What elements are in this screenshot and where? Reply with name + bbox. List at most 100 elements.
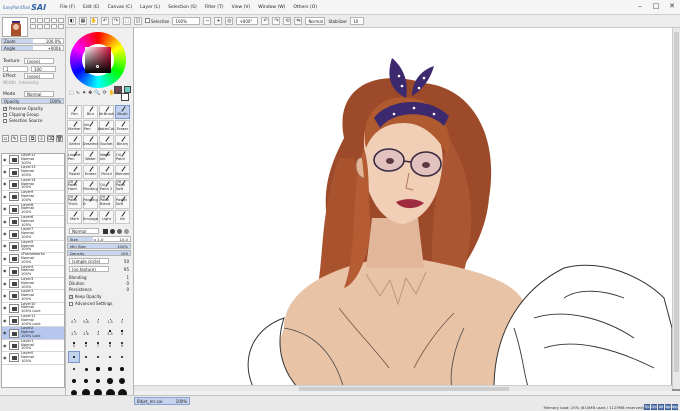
brush-size-preset[interactable] — [104, 351, 116, 363]
canvas-area[interactable] — [134, 28, 680, 391]
visibility-eye-icon[interactable]: ◉ — [3, 232, 7, 236]
brush-size-preset[interactable]: 1 — [92, 315, 104, 327]
clipping-group-checkbox[interactable]: Clipping Group — [3, 112, 39, 117]
brush-size-preset[interactable]: 0.8 — [80, 315, 92, 327]
nav-flip-icon[interactable] — [37, 24, 43, 29]
menu-layer[interactable]: Layer (L) — [140, 5, 160, 10]
effect-select[interactable]: (none) — [24, 73, 54, 79]
layer-row[interactable]: ◉ Layer8 Normal 100% — [2, 203, 64, 216]
nav-zoom-out-icon[interactable] — [30, 18, 36, 23]
horizontal-scroll-thumb[interactable] — [299, 387, 509, 391]
brush-tool-slot[interactable]: Light — [99, 210, 114, 224]
move-icon[interactable]: ✥ — [88, 90, 92, 96]
opacity-slider[interactable]: Opacity 100% — [1, 98, 64, 104]
selection-checkbox[interactable]: Selection — [145, 18, 169, 24]
visibility-eye-icon[interactable]: ◉ — [3, 170, 7, 174]
layer-row[interactable]: ◉ Layer1 Normal 100% — [2, 289, 64, 303]
menu-selection[interactable]: Selection (S) — [168, 5, 197, 10]
layer-row[interactable]: ◉ Layer6 Normal 100% — [2, 215, 64, 229]
layer-row[interactable]: ◉ Layer0 Normal 100% — [2, 351, 64, 365]
menu-others[interactable]: Others (O) — [293, 5, 317, 10]
drawing-canvas[interactable] — [134, 28, 672, 389]
brush-size-preset[interactable]: 0.7 — [68, 315, 80, 327]
horizontal-scrollbar[interactable] — [134, 385, 672, 391]
layer-row[interactable]: ◉ Layer7 Normal 100% — [2, 228, 64, 241]
brush-size-preset[interactable] — [104, 375, 116, 387]
rotate-left-icon[interactable]: ↶ — [261, 17, 270, 25]
flip-icon[interactable]: ⇋ — [294, 17, 303, 25]
brush-tool-slot[interactable]: Ink — [115, 210, 130, 224]
menu-canvas[interactable]: Canvas (C) — [108, 5, 133, 10]
layer-row[interactable]: ◉ Layer11 Normal 100% Lock — [2, 314, 64, 328]
brush-tool-slot[interactable]: Pen — [67, 105, 82, 119]
layer-row[interactable]: ◉ Layer3 Normal 100% — [2, 277, 64, 291]
color-picker-cursor[interactable] — [96, 65, 99, 68]
brush-size-preset[interactable] — [80, 351, 92, 363]
brush-tool-slot[interactable]: Pastel — [67, 165, 82, 179]
dilution-row[interactable]: Dilution 0 — [67, 281, 131, 286]
brush-shape-round-icon[interactable] — [110, 228, 115, 234]
visibility-eye-icon[interactable]: ◉ — [3, 269, 7, 273]
brush-tool-slot[interactable]: Smudge — [83, 210, 98, 224]
brush-tool-slot[interactable]: Eraser — [83, 165, 98, 179]
visibility-eye-icon[interactable]: ◉ — [3, 256, 7, 261]
menu-view[interactable]: View (V) — [232, 5, 251, 10]
visibility-eye-icon[interactable]: ◉ — [3, 194, 7, 199]
nav-b-icon[interactable] — [58, 24, 64, 29]
nav-rot-reset-icon[interactable] — [44, 24, 50, 29]
brush-size-preset[interactable]: 2.6 — [80, 327, 92, 339]
nav-rotate-left-icon[interactable] — [51, 18, 57, 23]
brush-tool-slot[interactable]: Deselect — [83, 135, 98, 149]
density-slider[interactable]: Density 100 — [67, 250, 131, 256]
brush-size-preset[interactable] — [116, 351, 128, 363]
document-tab[interactable]: Bitjet_mc.sai 100% — [134, 397, 190, 405]
new-linework-layer-icon[interactable]: ✎ — [11, 135, 18, 142]
brush-size-preset[interactable]: 5 — [68, 339, 80, 351]
navigator-thumbnail[interactable] — [2, 17, 28, 37]
minimize-icon[interactable]: – — [632, 0, 648, 12]
brush-size-preset[interactable] — [68, 363, 80, 375]
layer-row[interactable]: ◉ Layer14 Normal 100% — [2, 178, 64, 192]
brush-tool-slot[interactable]: Oil Paint Hard — [67, 180, 82, 194]
rotate-reset-icon[interactable]: ⟲ — [283, 17, 292, 25]
layer-row[interactable]: ◉ Layer9 Normal 100% — [2, 190, 64, 204]
invert-icon[interactable]: ◫ — [134, 17, 142, 25]
layer-row[interactable]: ◉ Layer4 Normal 100% — [2, 265, 64, 278]
brush-size-preset[interactable]: 2 — [116, 315, 128, 327]
brush-size-preset[interactable]: 9 — [116, 339, 128, 351]
visibility-eye-icon[interactable]: ◉ — [3, 293, 7, 298]
brush-tool-slot[interactable]: Blur — [83, 105, 98, 119]
layer-row[interactable]: ◉ Layer2 Normal 100% Lock — [2, 327, 64, 340]
mode-select[interactable]: Normal — [305, 17, 326, 25]
texture-intensity[interactable]: 100 — [31, 66, 56, 72]
undo-icon[interactable]: ↶ — [101, 17, 109, 25]
visibility-eye-icon[interactable]: ◉ — [3, 182, 7, 186]
brush-tool-slot[interactable]: Oil Paint 2 — [99, 180, 114, 194]
clear-layer-icon[interactable]: ⌫ — [47, 135, 54, 142]
brush-tool-slot[interactable]: Marker — [67, 120, 82, 134]
menu-file[interactable]: File (F) — [60, 5, 75, 10]
blending-row[interactable]: Blending 1 — [67, 275, 131, 280]
visibility-eye-icon[interactable]: ◉ — [3, 219, 7, 224]
brush-tool-slot[interactable]: Pastel Soft — [115, 195, 130, 209]
rotate-right-icon[interactable]: ↷ — [272, 17, 281, 25]
zoom-in-icon[interactable]: + — [214, 17, 223, 25]
new-folder-icon[interactable]: ▭ — [20, 135, 27, 142]
stabilizer-select[interactable]: 10 — [350, 17, 365, 25]
menu-edit[interactable]: Edit (E) — [83, 5, 100, 10]
saturation-value-square[interactable] — [85, 47, 111, 73]
nav-reset-icon[interactable] — [30, 24, 36, 29]
brush-size-preset[interactable] — [104, 363, 116, 375]
zoom-slider[interactable]: Zoom 100.0% — [1, 38, 64, 44]
visibility-eye-icon[interactable]: ◉ — [3, 331, 7, 335]
merge-down-icon[interactable]: ⇩ — [38, 135, 45, 142]
rect-select-icon[interactable]: ⬚ — [69, 90, 74, 96]
visibility-eye-icon[interactable]: ◉ — [3, 306, 7, 310]
brush-size-preset[interactable]: 4 — [116, 327, 128, 339]
brush-size-preset[interactable]: 8 — [104, 339, 116, 351]
persistence-row[interactable]: Persistence 0 — [67, 287, 131, 292]
brush-tool-slot[interactable]: Water — [83, 150, 98, 164]
maximize-icon[interactable]: □ — [648, 0, 664, 12]
brush-tool-slot[interactable]: Lineart Pen — [67, 150, 82, 164]
brush-size-preset[interactable]: 7 — [92, 339, 104, 351]
